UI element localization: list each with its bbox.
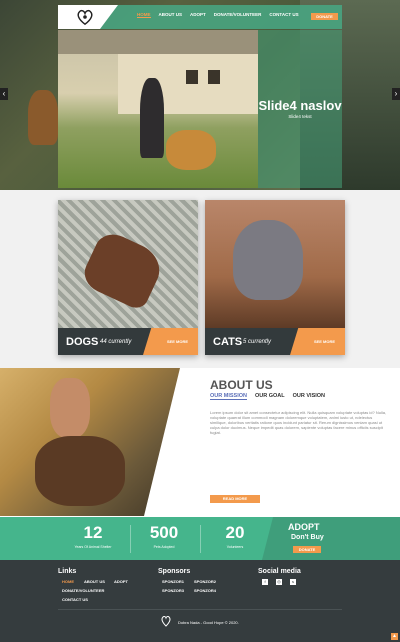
dogs-see-more-button[interactable]: SEE MORE xyxy=(143,328,198,355)
slide-house xyxy=(118,54,258,114)
slider-prev-arrow-icon[interactable]: ‹ xyxy=(0,88,8,100)
slide-window xyxy=(186,70,198,84)
about-tabs: OUR MISSION OUR GOAL OUR VISION xyxy=(210,393,325,400)
nav-donate-volunteer[interactable]: DONATE/VOLUNTEER xyxy=(214,12,262,18)
footer-divider xyxy=(58,609,342,610)
tab-our-mission[interactable]: OUR MISSION xyxy=(210,393,247,400)
footer-sponsor[interactable]: SPONZOR3 xyxy=(162,588,184,593)
slide-person xyxy=(140,78,164,158)
main-nav: HOME ABOUT US ADOPT DONATE/VOLUNTEER CON… xyxy=(137,12,299,18)
cats-title: CATS xyxy=(213,336,243,348)
scroll-to-top-icon[interactable]: ▲ xyxy=(391,633,398,640)
dog-figure xyxy=(78,228,168,312)
nav-home[interactable]: HOME xyxy=(137,12,151,18)
adopt-donate-button[interactable]: DONATE xyxy=(293,546,321,553)
footer-logo-icon xyxy=(161,615,171,627)
hero-dog-image xyxy=(28,90,58,145)
nav-donate-button[interactable]: DONATE xyxy=(311,13,338,20)
stat-value: 20 xyxy=(225,523,245,542)
footer-sponsor[interactable]: SPONZOR2 xyxy=(194,579,216,584)
footer-links-title: Links xyxy=(58,568,77,575)
slide-window xyxy=(208,70,220,84)
footer-sponsor[interactable]: SPONZOR4 xyxy=(194,588,216,593)
tab-our-goal[interactable]: OUR GOAL xyxy=(255,393,285,400)
slide-roof xyxy=(58,30,258,54)
footer-sponsors-title: Sponsors xyxy=(158,568,191,575)
cat-figure xyxy=(233,220,303,300)
stat-years: 12 Years Of Animal Shelter xyxy=(58,517,128,549)
stat-volunteers: 20 Volunteers xyxy=(200,517,270,549)
dogs-image xyxy=(58,200,198,328)
dog-figure xyxy=(35,436,125,506)
stat-label: Pets Adopted xyxy=(153,545,175,549)
cats-card[interactable]: CATS 5 currently SEE MORE xyxy=(205,200,345,355)
adopt-panel: ADOPT Don't Buy DONATE xyxy=(262,517,400,560)
nav-adopt[interactable]: ADOPT xyxy=(190,12,206,18)
copyright: Dobra Nada - Good Hope © 2020. xyxy=(178,620,239,625)
dogs-count: 44 currently xyxy=(100,339,132,345)
cats-see-more-button[interactable]: SEE MORE xyxy=(290,328,345,355)
nav-about-us[interactable]: ABOUT US xyxy=(159,12,183,18)
stat-value: 12 xyxy=(83,523,103,542)
cats-image xyxy=(205,200,345,328)
adopt-subtitle: Don't Buy xyxy=(291,534,324,541)
footer-link-home[interactable]: HOME xyxy=(62,579,74,584)
slide-caption: Slide4 naslov Slide4 tekst xyxy=(258,30,342,188)
stats-section: 12 Years Of Animal Shelter 500 Pets Adop… xyxy=(0,517,400,560)
woman-figure xyxy=(50,378,90,438)
footer-social-title: Social media xyxy=(258,568,301,575)
adopt-title: ADOPT xyxy=(288,522,320,532)
slide-subtitle: Slide4 tekst xyxy=(288,114,312,119)
read-more-button[interactable]: READ MORE xyxy=(210,495,260,503)
dogs-card[interactable]: DOGS 44 currently SEE MORE xyxy=(58,200,198,355)
footer-link-adopt[interactable]: ADOPT xyxy=(114,579,128,584)
about-text: Lorem ipsum dolor sit amet consectetur a… xyxy=(210,410,387,435)
slide-dogs xyxy=(166,130,216,170)
stat-label: Years Of Animal Shelter xyxy=(74,545,112,549)
instagram-icon[interactable]: ◎ xyxy=(276,579,282,585)
paw-heart-logo-icon xyxy=(77,9,93,26)
about-image xyxy=(0,368,180,516)
slider-next-arrow-icon[interactable]: › xyxy=(392,88,400,100)
footer-link-contact-us[interactable]: CONTACT US xyxy=(62,597,88,602)
stat-adopted: 500 Pets Adopted xyxy=(129,517,199,549)
footer-link-donate-volunteer[interactable]: DONATE/VOLUNTEER xyxy=(62,588,104,593)
stat-value: 500 xyxy=(149,523,179,542)
logo[interactable] xyxy=(58,5,118,29)
skype-icon[interactable]: s xyxy=(290,579,296,585)
footer-sponsor[interactable]: SPONZOR1 xyxy=(162,579,184,584)
about-title: ABOUT US xyxy=(210,378,273,392)
about-section xyxy=(0,368,400,518)
cats-count: 5 currently xyxy=(243,339,272,345)
facebook-icon[interactable]: f xyxy=(262,579,268,585)
slide-title: Slide4 naslov xyxy=(258,98,342,113)
nav-contact-us[interactable]: CONTACT US xyxy=(269,12,298,18)
footer-link-about-us[interactable]: ABOUT US xyxy=(84,579,105,584)
tab-our-vision[interactable]: OUR VISION xyxy=(293,393,325,400)
pets-section: DOGS 44 currently SEE MORE CATS 5 curren… xyxy=(0,190,400,368)
slide-image xyxy=(58,30,258,188)
stat-label: Volunteers xyxy=(226,545,244,549)
dogs-title: DOGS xyxy=(66,336,99,348)
